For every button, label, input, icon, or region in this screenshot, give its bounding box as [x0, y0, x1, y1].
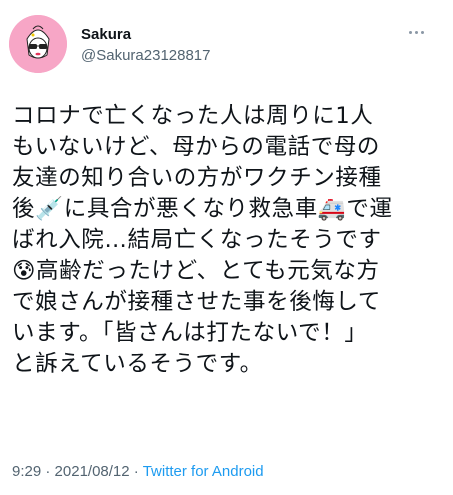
tweet-text-line: コロナで亡くなった人は周りに1人: [12, 103, 374, 129]
tweet-time[interactable]: 9:29: [12, 463, 41, 480]
tweet-meta: 9:29 · 2021/08/12 · Twitter for Android: [12, 463, 264, 481]
tweet-text-line: 後💉に具合が悪くなり救急車🚑で運: [12, 196, 393, 222]
meta-separator: ·: [45, 463, 51, 480]
tweet-text-line: 友達の知り合いの方がワクチン接種: [12, 165, 382, 191]
tweet-text-line: で娘さんが接種させた事を後悔して: [12, 289, 381, 315]
meta-separator: ·: [133, 463, 139, 480]
tweet-card: Sakura @Sakura23128817 コロナで亡くなった人は周りに1人 …: [0, 0, 453, 495]
tweet-source-link[interactable]: Twitter for Android: [143, 463, 264, 480]
tweet-text-line: もいないけど、母からの電話で母の: [12, 134, 381, 160]
display-name[interactable]: Sakura: [81, 25, 211, 44]
tweet-text-line: と訴えているそうです。: [12, 351, 263, 377]
tweet-text-line: います。「皆さんは打たないで！」: [12, 320, 368, 346]
avatar[interactable]: [9, 15, 67, 73]
tweet-text: コロナで亡くなった人は周りに1人 もいないけど、母からの電話で母の 友達の知り合…: [12, 101, 432, 380]
user-handle[interactable]: @Sakura23128817: [81, 46, 211, 66]
more-options-icon[interactable]: [407, 25, 431, 41]
tweet-header: Sakura @Sakura23128817: [9, 15, 439, 73]
tweet-date[interactable]: 2021/08/12: [55, 463, 130, 480]
avatar-illustration-icon: [9, 15, 67, 73]
user-names: Sakura @Sakura23128817: [81, 25, 211, 66]
tweet-text-line: 😰高齢だったけど、とても元気な方: [12, 258, 380, 284]
tweet-text-line: ばれ入院…結局亡くなったそうです: [12, 227, 382, 253]
